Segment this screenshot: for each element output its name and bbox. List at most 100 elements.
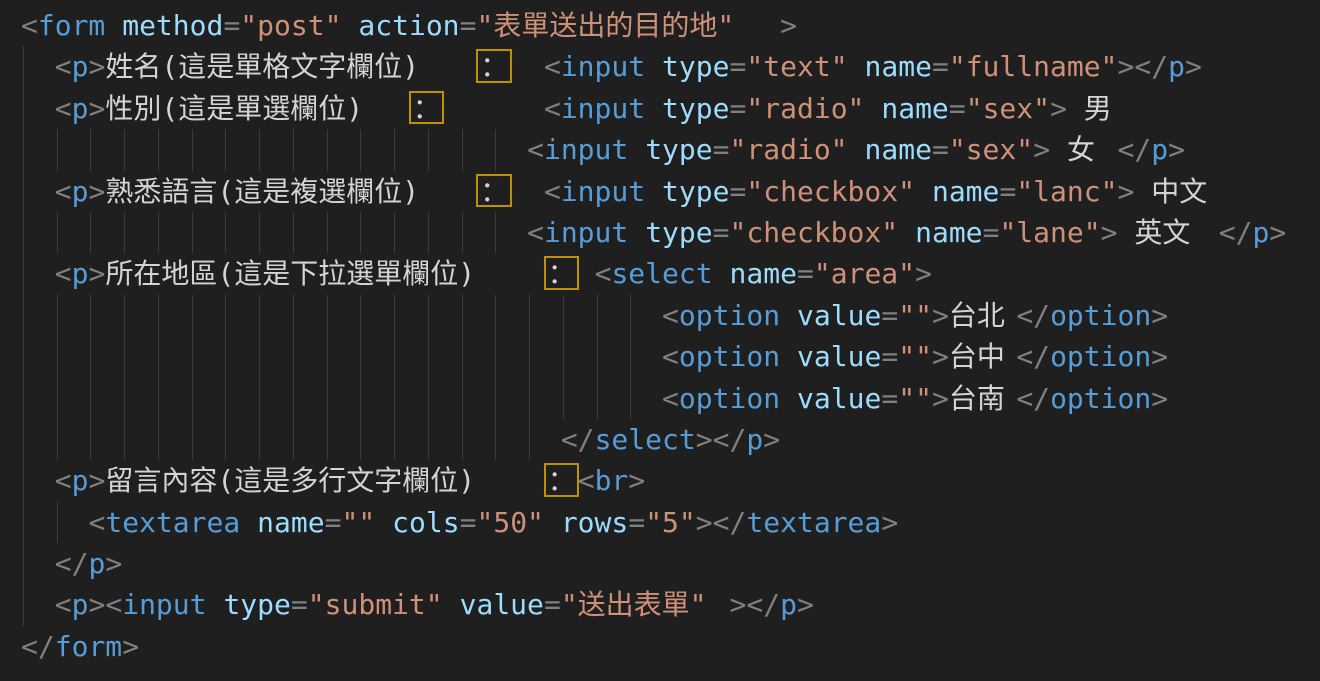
syntax-token: form [38, 5, 105, 46]
syntax-token: ></ [696, 419, 747, 460]
indent-guide [327, 336, 328, 377]
syntax-token: </ [1118, 129, 1152, 170]
syntax-token: > [881, 502, 898, 543]
indent-guide [23, 212, 24, 253]
code-line: </select></p> [0, 419, 1320, 460]
syntax-token: > [1168, 129, 1185, 170]
syntax-token: = [460, 5, 477, 46]
indent-guide [192, 295, 193, 336]
syntax-token: > [1151, 378, 1168, 419]
syntax-token: "lane" [999, 212, 1100, 253]
syntax-token: 台北 [949, 295, 1005, 336]
syntax-token: option [1050, 378, 1151, 419]
indent-guide [293, 295, 294, 336]
indent-guide [124, 129, 125, 170]
syntax-token: < [105, 584, 122, 625]
code-editor[interactable]: <formmethod="post"action="表單送出的目的地"><p>姓… [0, 0, 1320, 681]
syntax-token: p [72, 88, 89, 129]
syntax-token: = [881, 336, 898, 377]
syntax-token: "sex" [966, 88, 1050, 129]
indent-guide [57, 295, 58, 336]
indent-guide [23, 253, 24, 294]
syntax-token: = [949, 88, 966, 129]
indent-guide [495, 212, 496, 253]
syntax-token: = [223, 5, 240, 46]
indent-guide [563, 336, 564, 377]
unusual-character-highlight: ： [544, 256, 579, 289]
syntax-token: < [544, 88, 561, 129]
syntax-token: = [460, 502, 477, 543]
indent-guide [23, 543, 24, 584]
syntax-token: = [932, 129, 949, 170]
syntax-token: > [1050, 88, 1067, 129]
indent-guide [158, 378, 159, 419]
indent-guide [23, 88, 24, 129]
indent-guide [394, 336, 395, 377]
syntax-token: option [679, 378, 780, 419]
indent-guide [428, 378, 429, 419]
indent-guide [57, 212, 58, 253]
syntax-token: br [595, 460, 629, 501]
syntax-token: p [88, 543, 105, 584]
indent-guide [462, 129, 463, 170]
syntax-token: > [1033, 129, 1050, 170]
syntax-token: < [21, 5, 38, 46]
syntax-token: textarea [746, 502, 881, 543]
indent-guide [158, 419, 159, 460]
syntax-token: > [780, 5, 797, 46]
indent-guide [360, 129, 361, 170]
syntax-token: p [72, 584, 89, 625]
indent-guide [293, 129, 294, 170]
syntax-token: ></ [696, 502, 747, 543]
syntax-token: < [55, 88, 72, 129]
syntax-token: > [88, 253, 105, 294]
syntax-token: type [645, 212, 712, 253]
syntax-token: > [88, 171, 105, 212]
syntax-token: = [730, 171, 747, 212]
code-line: </p> [0, 543, 1320, 584]
indent-guide [90, 336, 91, 377]
indent-guide [192, 336, 193, 377]
indent-guide [394, 212, 395, 253]
syntax-token: type [662, 46, 729, 87]
syntax-token: p [72, 460, 89, 501]
indent-guide [462, 212, 463, 253]
syntax-token: > [797, 584, 814, 625]
indent-guide [124, 295, 125, 336]
syntax-token: ></ [1118, 46, 1169, 87]
indent-guide [428, 212, 429, 253]
indent-guide [90, 295, 91, 336]
syntax-token: option [679, 295, 780, 336]
syntax-token: > [1151, 336, 1168, 377]
indent-guide [90, 212, 91, 253]
syntax-token: "fullname" [949, 46, 1118, 87]
indent-guide [462, 378, 463, 419]
syntax-token: select [595, 419, 696, 460]
indent-guide [225, 378, 226, 419]
indent-guide [225, 129, 226, 170]
syntax-token: > [915, 253, 932, 294]
indent-guide [293, 212, 294, 253]
indent-guide [428, 419, 429, 460]
code-line: <p>所在地區(這是下拉選單欄位)：<selectname="area"> [0, 253, 1320, 294]
syntax-token: 男 [1084, 88, 1112, 129]
syntax-token: "50" [476, 502, 543, 543]
indent-guide [23, 584, 24, 625]
indent-guide [360, 336, 361, 377]
syntax-token: = [713, 129, 730, 170]
code-line: <inputtype="checkbox"name="lane">英文</p> [0, 212, 1320, 253]
syntax-token: type [662, 88, 729, 129]
indent-guide [124, 378, 125, 419]
indent-guide [192, 129, 193, 170]
indent-guide [259, 378, 260, 419]
syntax-token: > [1269, 212, 1286, 253]
syntax-token: name [881, 88, 948, 129]
syntax-token: > [88, 46, 105, 87]
indent-guide [360, 378, 361, 419]
indent-guide [158, 295, 159, 336]
syntax-token: > [932, 336, 949, 377]
indent-guide [630, 378, 631, 419]
syntax-token: </ [1016, 336, 1050, 377]
indent-guide [428, 129, 429, 170]
syntax-token: < [595, 253, 612, 294]
